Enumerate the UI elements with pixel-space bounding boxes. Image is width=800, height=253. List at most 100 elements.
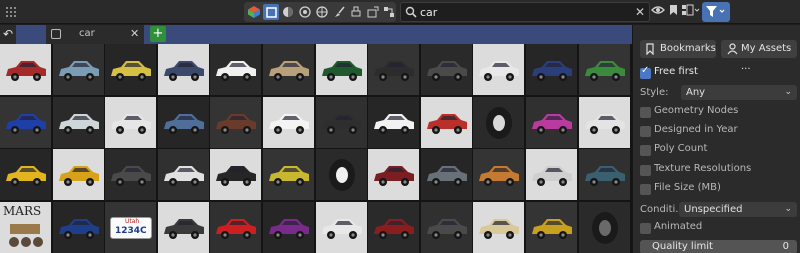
asset-thumbnail[interactable] (53, 44, 104, 95)
asset-thumbnail[interactable] (473, 149, 524, 200)
asset-thumbnail[interactable] (421, 202, 472, 253)
asset-thumbnail[interactable] (0, 97, 51, 148)
asset-browser-window: car ✕ ↶ car ✕ + MARS Utah 1234C Bookmarks (0, 0, 800, 253)
bookmark-icon[interactable] (669, 4, 678, 20)
asset-thumbnail[interactable] (579, 149, 630, 200)
asset-thumbnail[interactable]: MARS (0, 202, 51, 253)
asset-thumbnail[interactable] (579, 97, 630, 148)
asset-thumbnail[interactable] (421, 44, 472, 95)
poly-count-label: Poly Count (654, 143, 708, 154)
hdr-icon[interactable] (297, 4, 313, 20)
asset-thumbnail[interactable] (526, 97, 577, 148)
animated-label: Animated (654, 221, 703, 232)
asset-thumbnail[interactable] (368, 44, 419, 95)
asset-thumbnail[interactable] (368, 202, 419, 253)
bookmarks-button[interactable]: Bookmarks (640, 40, 716, 58)
asset-thumbnail[interactable] (210, 149, 261, 200)
asset-grid: MARS Utah 1234C (0, 44, 632, 253)
asset-thumbnail[interactable] (53, 97, 104, 148)
asset-thumbnail[interactable] (158, 202, 209, 253)
tab-car[interactable]: car ✕ (46, 25, 144, 44)
top-toolbar: car ✕ (0, 0, 800, 24)
materials-icon[interactable] (280, 4, 296, 20)
filter-button[interactable] (702, 2, 730, 22)
file-size-label: File Size (MB) (654, 182, 721, 193)
asset-thumbnail[interactable] (210, 97, 261, 148)
asset-thumbnail[interactable] (105, 97, 156, 148)
asset-thumbnail[interactable] (210, 44, 261, 95)
free-first-checkbox[interactable] (640, 65, 651, 79)
condition-value: Unspecified (684, 204, 743, 215)
asset-thumbnail[interactable] (526, 149, 577, 200)
texture-resolutions-checkbox[interactable] (640, 165, 651, 176)
eye-icon[interactable] (651, 4, 665, 20)
asset-thumbnail[interactable] (368, 149, 419, 200)
geometry-nodes-label: Geometry Nodes (654, 105, 739, 116)
asset-thumbnail[interactable] (526, 202, 577, 253)
asset-thumbnail[interactable] (316, 202, 367, 253)
asset-thumbnail[interactable] (158, 97, 209, 148)
asset-thumbnail[interactable] (158, 44, 209, 95)
asset-thumbnail[interactable] (105, 149, 156, 200)
designed-in-year-checkbox[interactable] (640, 126, 651, 137)
asset-thumbnail[interactable] (421, 97, 472, 148)
close-tab-icon[interactable]: ✕ (130, 27, 139, 40)
asset-thumbnail[interactable] (473, 202, 524, 253)
tab-type-icon (51, 29, 61, 39)
asset-thumbnail[interactable] (0, 149, 51, 200)
search-input[interactable]: car (420, 6, 437, 19)
asset-thumbnail[interactable] (579, 44, 630, 95)
asset-thumbnail[interactable] (526, 44, 577, 95)
quality-limit-label: Quality limit (652, 241, 713, 252)
condition-dropdown[interactable]: Unspecified ⌄ (679, 202, 797, 217)
mars-rover-preview: MARS (3, 204, 42, 218)
asset-thumbnail[interactable] (473, 44, 524, 95)
asset-thumbnail[interactable] (53, 149, 104, 200)
addon-icon[interactable] (365, 4, 381, 20)
free-first-label: Free first (654, 66, 698, 77)
asset-thumbnail[interactable] (316, 97, 367, 148)
my-assets-button[interactable]: My Assets ... (721, 40, 797, 72)
all-types-icon[interactable] (246, 4, 262, 20)
search-box[interactable]: car ✕ (400, 2, 650, 22)
asset-thumbnail[interactable] (263, 149, 314, 200)
asset-thumbnail[interactable] (105, 44, 156, 95)
nodegroup-icon[interactable] (381, 4, 397, 20)
bookmark-icon (646, 43, 654, 55)
asset-thumbnail[interactable] (316, 149, 367, 200)
asset-thumbnail[interactable] (579, 202, 630, 253)
add-tab-button[interactable]: + (150, 26, 166, 42)
asset-thumbnail[interactable] (368, 97, 419, 148)
asset-thumbnail[interactable] (0, 44, 51, 95)
asset-thumbnail[interactable] (263, 97, 314, 148)
quality-limit-slider[interactable]: Quality limit 0 (640, 240, 797, 253)
models-icon[interactable] (263, 4, 279, 20)
asset-thumbnail[interactable] (473, 97, 524, 148)
asset-thumbnail[interactable]: Utah 1234C (105, 202, 156, 253)
scene-icon[interactable] (314, 4, 330, 20)
back-icon[interactable]: ↶ (0, 25, 16, 44)
brush-icon[interactable] (331, 4, 347, 20)
asset-thumbnail[interactable] (263, 44, 314, 95)
search-tabs: ↶ car ✕ + (0, 25, 632, 44)
poly-count-checkbox[interactable] (640, 145, 651, 156)
asset-thumbnail[interactable] (53, 202, 104, 253)
my-assets-label: My Assets ... (741, 43, 792, 72)
chevron-down-icon: ⌄ (784, 204, 792, 214)
animated-checkbox[interactable] (640, 223, 651, 234)
texture-resolutions-label: Texture Resolutions (654, 163, 752, 174)
user-icon (727, 43, 738, 55)
asset-list-icon[interactable] (682, 4, 700, 20)
style-dropdown[interactable]: Any ⌄ (681, 85, 797, 100)
geometry-nodes-checkbox[interactable] (640, 107, 651, 118)
asset-thumbnail[interactable] (210, 202, 261, 253)
file-size-checkbox[interactable] (640, 184, 651, 195)
asset-thumbnail[interactable] (316, 44, 367, 95)
asset-thumbnail[interactable] (158, 149, 209, 200)
drag-handle-icon[interactable] (4, 5, 18, 19)
printable-icon[interactable] (348, 4, 364, 20)
clear-search-icon[interactable]: ✕ (635, 5, 645, 19)
quality-limit-value: 0 (782, 241, 789, 252)
asset-thumbnail[interactable] (263, 202, 314, 253)
asset-thumbnail[interactable] (421, 149, 472, 200)
